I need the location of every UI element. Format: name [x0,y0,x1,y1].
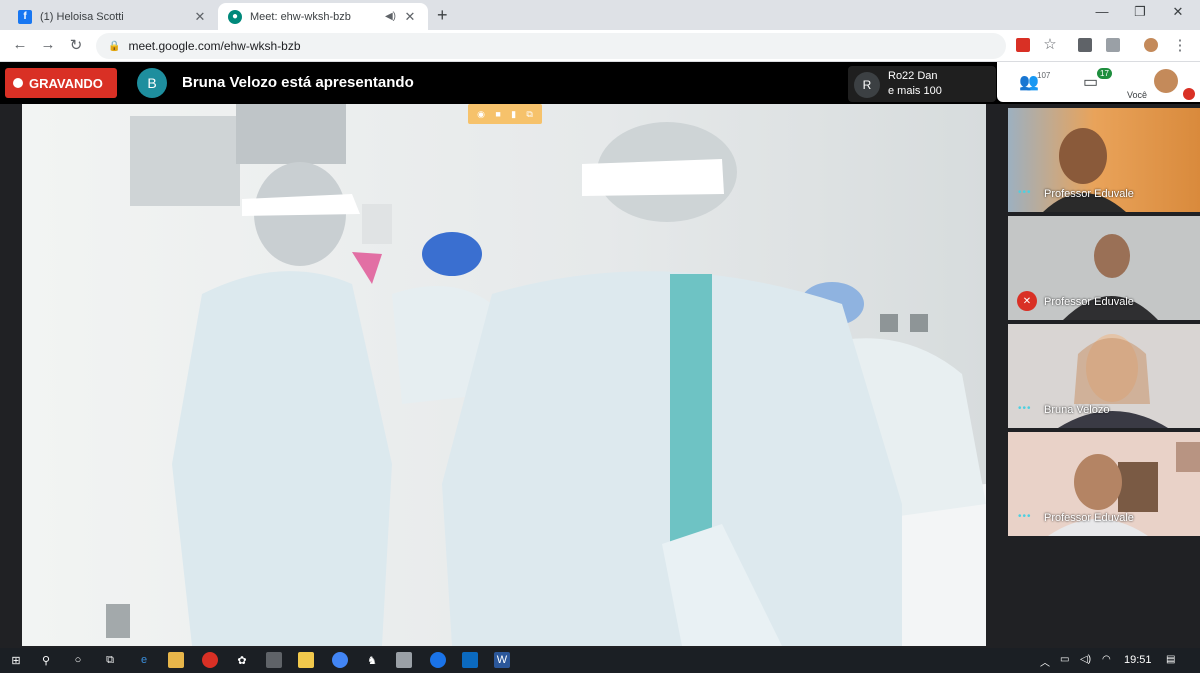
speaker-icon[interactable]: ◀) [385,11,396,22]
recording-label: GRAVANDO [29,75,103,91]
forward-icon[interactable]: → [38,36,58,53]
tab-title: Meet: ehw-wksh-bzb [250,10,351,23]
tab-title: (1) Heloisa Scotti [40,10,124,23]
presentation-controls[interactable]: ◉ ■ ▮ ⧉ [468,104,542,124]
pinned-label: Ro22 Dan e mais 100 [888,69,942,99]
app-icon[interactable]: ♞ [364,652,380,668]
browser-icon[interactable] [430,652,446,668]
presentation-video[interactable] [22,104,986,646]
participant-name: Professor Eduvale [1044,296,1134,308]
task-view-icon[interactable]: ⧉ [102,652,118,668]
back-icon[interactable]: ← [10,36,30,53]
self-avatar[interactable] [1154,69,1178,93]
screen-share-icon[interactable]: ⧉ [526,109,532,120]
restore-icon[interactable]: ❐ [1130,4,1150,20]
calculator-icon[interactable] [266,652,282,668]
presenter-thumb-icon: ◉ [477,108,486,119]
meet-header: GRAVANDO B Bruna Velozo está apresentand… [0,62,1200,104]
store-icon[interactable] [396,652,412,668]
avatar: R [854,72,880,98]
chevron-up-icon[interactable]: ︿ [1040,654,1050,669]
presenter-avatar: B [137,68,167,98]
participant-tile[interactable]: ••• Professor Eduvale [1008,432,1200,536]
operating-room-scene [22,104,986,646]
wifi-icon[interactable]: ◠ [1102,654,1111,665]
taskbar-clock[interactable]: 19:51 [1124,654,1152,666]
mic-off-icon: ✕ [1017,291,1037,311]
meet-icon: ● [228,9,242,24]
pinned-name: Ro22 Dan [888,70,938,82]
participant-tile[interactable]: ••• Professor Eduvale [1008,108,1200,212]
camera-blocked-icon[interactable] [1016,38,1030,52]
mail-icon[interactable] [462,652,478,668]
reload-icon[interactable]: ↻ [66,36,86,54]
close-tab-icon[interactable]: ✕ [402,9,418,25]
speaking-indicator-icon: ••• [1018,187,1032,198]
battery-icon[interactable]: ▭ [1060,654,1069,665]
extension-icon[interactable] [1106,38,1120,52]
word-icon[interactable]: W [494,652,510,668]
app-icon[interactable] [202,652,218,668]
speaking-indicator-icon: ••• [1018,403,1032,414]
tab-facebook[interactable]: f (1) Heloisa Scotti ✕ [8,3,218,30]
chat-badge: 17 [1097,68,1112,79]
windows-start-icon[interactable]: ⊞ [8,652,24,668]
browser-toolbar: ← → ↻ 🔒 meet.google.com/ehw-wksh-bzb ☆ ⋮ [0,30,1200,62]
record-dot-icon [13,78,23,88]
volume-icon[interactable]: ◁) [1080,654,1091,665]
extension-icon[interactable] [1078,38,1092,52]
lock-icon[interactable]: 🔒 [108,41,120,52]
close-tab-icon[interactable]: ✕ [192,9,208,25]
participant-name: Professor Eduvale [1044,188,1134,200]
speaking-indicator-icon: ••• [1018,511,1032,522]
participant-name: Professor Eduvale [1044,512,1134,524]
participant-name: Bruna Velozo [1044,404,1110,416]
url-text: meet.google.com/ehw-wksh-bzb [128,39,301,53]
mic-off-icon [1183,88,1195,100]
chrome-icon[interactable] [332,652,348,668]
notifications-icon[interactable]: ▤ [1166,654,1175,665]
participant-tile[interactable]: ✕ Professor Eduvale [1008,216,1200,320]
mic-icon[interactable]: ▮ [511,109,516,120]
you-label: Você [1127,90,1148,100]
address-bar[interactable]: 🔒 meet.google.com/ehw-wksh-bzb [96,33,1006,59]
participants-count: 107 [1037,71,1051,80]
participant-tile[interactable]: ••• Bruna Velozo [1008,324,1200,428]
tab-meet[interactable]: ● Meet: ehw-wksh-bzb ◀) ✕ [218,3,428,30]
recording-badge[interactable]: GRAVANDO [5,68,117,98]
new-tab-button[interactable]: + [437,5,448,26]
pinned-participants[interactable]: R Ro22 Dan e mais 100 [848,66,996,102]
bookmark-star-icon[interactable]: ☆ [1040,35,1060,53]
browser-menu-icon[interactable]: ⋮ [1170,36,1190,54]
profile-avatar[interactable] [1144,38,1158,52]
pinned-more: e mais 100 [888,85,942,97]
cortana-icon[interactable]: ○ [70,652,86,668]
camera-icon[interactable]: ■ [495,109,500,119]
minimize-icon[interactable]: — [1092,4,1112,19]
meet-controls: 👥 107 ▭ 17 Você [997,62,1200,102]
browser-tab-strip: f (1) Heloisa Scotti ✕ ● Meet: ehw-wksh-… [0,0,1200,30]
app-icon[interactable]: ✿ [234,652,250,668]
close-window-icon[interactable]: ✕ [1168,4,1188,20]
sticky-notes-icon[interactable] [298,652,314,668]
chat-icon[interactable]: ▭ [1083,72,1098,92]
search-icon[interactable]: ⚲ [38,652,54,668]
file-explorer-icon[interactable] [168,652,184,668]
presenting-text: Bruna Velozo está apresentando [182,74,414,91]
people-icon[interactable]: 👥 [1019,72,1039,92]
edge-icon[interactable]: e [136,652,152,668]
facebook-icon: f [18,9,32,24]
windows-taskbar: ⊞ ⚲ ○ ⧉ e ✿ ♞ W ︿ ▭ ◁) ◠ 19:51 ▤ [0,648,1200,673]
